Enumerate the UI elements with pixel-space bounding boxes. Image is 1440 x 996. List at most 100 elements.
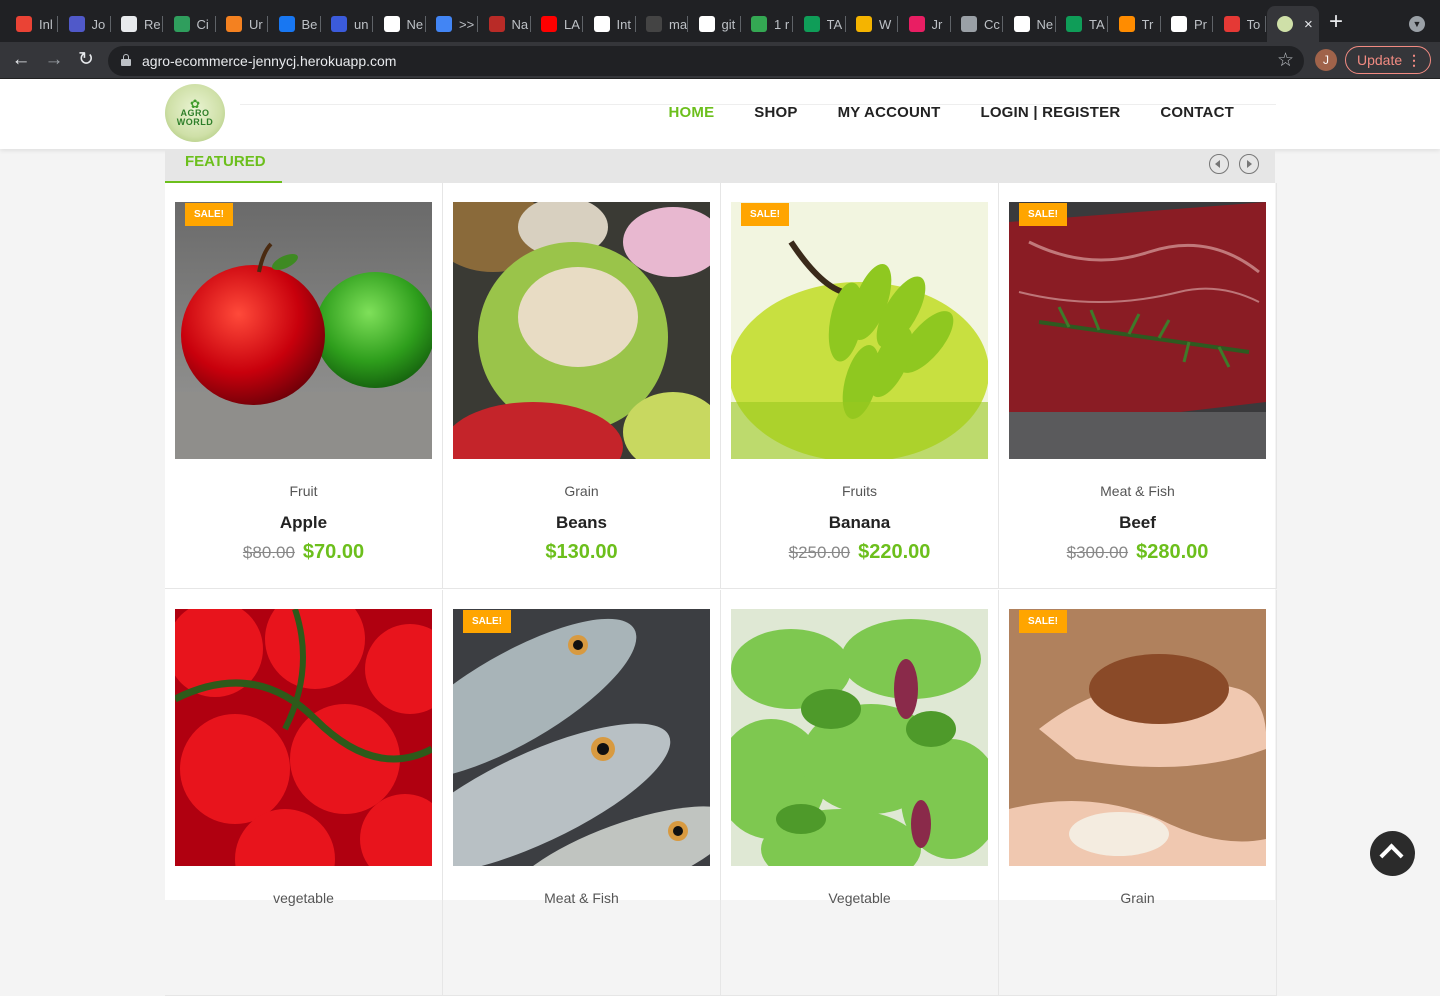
product-category[interactable]: Fruit xyxy=(165,483,442,499)
product-image[interactable] xyxy=(175,609,432,866)
tab-favicon-icon xyxy=(278,16,295,32)
product-card[interactable]: SALE! Meat & Fish Beef $300.00 $280.00 xyxy=(999,183,1277,589)
browser-tab[interactable]: Ur xyxy=(216,6,268,42)
product-category[interactable]: Vegetable xyxy=(721,890,998,906)
kebab-menu-icon[interactable]: ⋮ xyxy=(1407,47,1421,73)
browser-tab[interactable]: Na xyxy=(479,6,531,42)
tab-title: TA xyxy=(826,16,843,32)
sale-badge: SALE! xyxy=(463,610,511,633)
nav-login-register[interactable]: LOGIN | REGISTER xyxy=(980,104,1120,121)
product-category[interactable]: Fruits xyxy=(721,483,998,499)
site-favicon-icon xyxy=(1277,16,1293,32)
browser-tab[interactable]: W xyxy=(846,6,898,42)
browser-tab[interactable]: ma xyxy=(636,6,688,42)
product-category[interactable]: Grain xyxy=(443,483,720,499)
browser-tab[interactable]: To xyxy=(1214,6,1266,42)
tab-favicon-icon xyxy=(331,16,347,32)
browser-tab[interactable]: 1 r xyxy=(741,6,793,42)
product-image[interactable] xyxy=(731,202,988,459)
product-image[interactable] xyxy=(453,609,710,866)
product-name[interactable]: Beef xyxy=(999,513,1276,533)
tab-favicon-icon xyxy=(803,16,820,32)
carousel-next-icon[interactable] xyxy=(1239,154,1259,174)
browser-tab[interactable]: TA xyxy=(794,6,846,42)
nav-home[interactable]: HOME xyxy=(668,104,714,121)
bookmark-star-icon[interactable]: ☆ xyxy=(1277,49,1294,72)
product-category[interactable]: Meat & Fish xyxy=(443,890,720,906)
browser-tab[interactable]: Int xyxy=(584,6,636,42)
tab-favicon-icon xyxy=(436,16,452,32)
product-category[interactable]: Meat & Fish xyxy=(999,483,1276,499)
product-price: $300.00 $280.00 xyxy=(999,541,1276,564)
sale-price: $280.00 xyxy=(1136,541,1209,563)
product-card[interactable]: SALE! Fruits Banana $250.00 $220.00 xyxy=(721,183,999,589)
sale-badge: SALE! xyxy=(185,203,233,226)
product-image[interactable] xyxy=(175,202,432,459)
tab-featured[interactable]: FEATURED xyxy=(165,149,282,183)
product-category[interactable]: vegetable xyxy=(165,890,442,906)
product-image[interactable] xyxy=(1009,609,1266,866)
tab-title: Ci xyxy=(196,16,209,32)
nav-shop[interactable]: SHOP xyxy=(754,104,797,121)
tab-favicon-icon xyxy=(1118,16,1135,32)
browser-tab[interactable]: un xyxy=(321,6,373,42)
browser-tab[interactable]: Ne xyxy=(374,6,426,42)
agro-world-logo[interactable]: ✿ AGRO WORLD xyxy=(165,84,225,142)
browser-tab[interactable]: LA xyxy=(531,6,583,42)
update-button[interactable]: Update ⋮ xyxy=(1345,46,1431,74)
carousel-prev-icon[interactable] xyxy=(1209,154,1229,174)
tab-favicon-icon xyxy=(751,16,767,32)
product-image[interactable] xyxy=(731,609,988,866)
browser-tab[interactable]: Jo xyxy=(59,6,111,42)
url-text[interactable]: agro-ecommerce-jennycj.herokuapp.com xyxy=(142,53,396,69)
browser-tab[interactable]: Cc xyxy=(951,6,1003,42)
product-card[interactable]: SALE! Grain xyxy=(999,590,1277,996)
product-image[interactable] xyxy=(1009,202,1266,459)
product-category[interactable]: Grain xyxy=(999,890,1276,906)
product-card[interactable]: Grain Beans $130.00 xyxy=(443,183,721,589)
browser-tab[interactable]: TA xyxy=(1056,6,1108,42)
product-name[interactable]: Banana xyxy=(721,513,998,533)
forward-button[interactable]: → xyxy=(42,49,66,73)
reload-button[interactable]: ↻ xyxy=(74,49,98,73)
browser-tab[interactable]: Inl xyxy=(6,6,58,42)
browser-tab[interactable]: Pr xyxy=(1161,6,1213,42)
regular-price: $80.00 xyxy=(242,543,295,562)
product-card[interactable]: Vegetable xyxy=(721,590,999,996)
lock-icon[interactable] xyxy=(121,54,131,66)
tab-title: git xyxy=(721,16,736,32)
product-card[interactable]: SALE! Fruit Apple $80.00 $70.00 xyxy=(165,183,443,589)
tab-search-button[interactable]: ▼ xyxy=(1409,16,1425,32)
browser-tab[interactable]: Ci xyxy=(164,6,216,42)
tab-favicon-icon xyxy=(1013,16,1030,32)
nav-contact[interactable]: CONTACT xyxy=(1160,104,1234,121)
browser-tab-active[interactable]: × xyxy=(1267,6,1319,42)
address-bar[interactable]: agro-ecommerce-jennycj.herokuapp.com ☆ xyxy=(108,46,1304,76)
browser-tab[interactable]: >> xyxy=(426,6,478,42)
tab-favicon-icon xyxy=(488,16,505,32)
browser-tab[interactable]: git xyxy=(689,6,741,42)
tab-favicon-icon xyxy=(593,16,610,32)
product-image[interactable] xyxy=(453,202,710,459)
nav-my-account[interactable]: MY ACCOUNT xyxy=(838,104,941,121)
browser-tab[interactable]: Tr xyxy=(1109,6,1161,42)
product-name[interactable]: Apple xyxy=(165,513,442,533)
product-name[interactable]: Beans xyxy=(443,513,720,533)
sale-badge: SALE! xyxy=(1019,203,1067,226)
new-tab-button[interactable]: + xyxy=(1329,10,1343,34)
back-button[interactable]: ← xyxy=(9,49,33,73)
product-card[interactable]: vegetable xyxy=(165,590,443,996)
scroll-to-top-button[interactable] xyxy=(1370,831,1415,876)
browser-tab[interactable]: Ne xyxy=(1004,6,1056,42)
tab-title: >> xyxy=(459,16,475,32)
close-tab-icon[interactable]: × xyxy=(1304,16,1313,33)
product-card[interactable]: SALE! Meat & Fish xyxy=(443,590,721,996)
sale-price: $220.00 xyxy=(858,541,931,563)
browser-tab-strip: Inl Jo Re Ci Ur Be un Ne >> Na LA Int ma git 1 r TA W Jr C… xyxy=(0,0,1440,42)
browser-tab[interactable]: Be xyxy=(269,6,321,42)
sale-badge: SALE! xyxy=(1019,610,1067,633)
tab-title: un xyxy=(354,16,369,32)
profile-avatar[interactable]: J xyxy=(1315,49,1337,71)
browser-tab[interactable]: Jr xyxy=(899,6,951,42)
browser-tab[interactable]: Re xyxy=(111,6,163,42)
